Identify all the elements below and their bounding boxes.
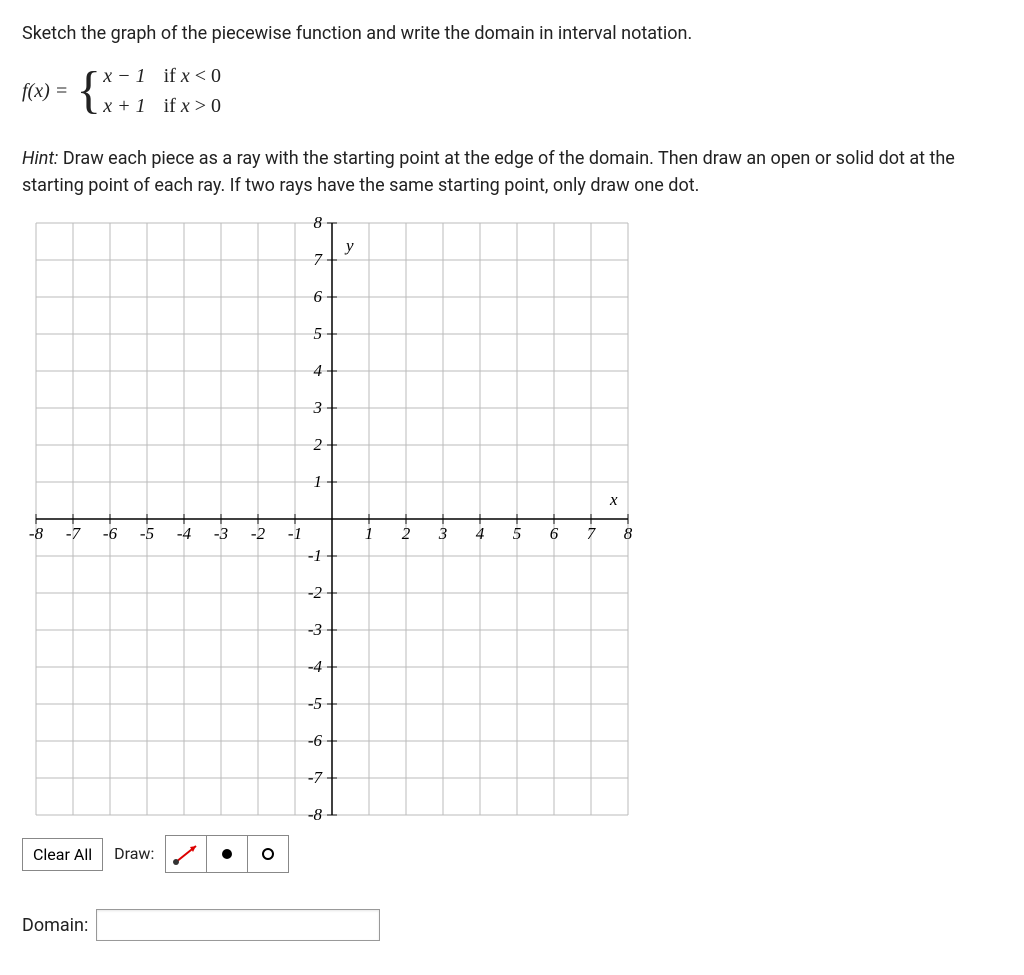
piece2-if: if [164,95,181,117]
draw-closed-dot-button[interactable] [206,835,248,873]
piece1-var: x [181,65,190,87]
svg-text:-1: -1 [308,546,322,565]
piece2-expression: x + 1 [103,91,145,121]
draw-label: Draw: [103,835,165,873]
svg-text:8: 8 [624,524,633,543]
draw-ray-button[interactable] [165,835,207,873]
svg-text:y: y [344,236,354,255]
hint-label: Hint: [22,148,58,169]
problem-instruction: Sketch the graph of the piecewise functi… [22,20,1002,47]
svg-text:-7: -7 [308,768,324,787]
hint-paragraph: Hint: Draw each piece as a ray with the … [22,145,1002,199]
svg-text:5: 5 [314,324,323,343]
left-brace-icon: { [76,65,101,117]
svg-text:-4: -4 [308,657,323,676]
piece1-rel: < 0 [190,65,221,87]
closed-dot-icon [217,844,237,864]
svg-text:x: x [609,490,618,509]
svg-text:6: 6 [314,287,323,306]
svg-text:1: 1 [314,472,323,491]
svg-text:-3: -3 [214,524,228,543]
svg-text:-1: -1 [288,524,302,543]
svg-text:-2: -2 [308,583,323,602]
hint-text: Draw each piece as a ray with the starti… [22,148,955,196]
svg-text:-7: -7 [66,524,82,543]
domain-label: Domain: [22,912,88,939]
piece2-var: x [181,95,190,117]
svg-text:3: 3 [313,398,323,417]
draw-open-dot-button[interactable] [247,835,289,873]
svg-text:-2: -2 [251,524,266,543]
svg-text:-3: -3 [308,620,322,639]
svg-text:1: 1 [365,524,374,543]
svg-text:7: 7 [587,524,597,543]
svg-text:-8: -8 [308,805,323,824]
piece2-rel: > 0 [190,95,221,117]
svg-text:-8: -8 [29,524,44,543]
svg-text:4: 4 [476,524,485,543]
svg-text:3: 3 [438,524,448,543]
svg-text:6: 6 [550,524,559,543]
piece1-expression: x − 1 [103,61,145,91]
svg-text:8: 8 [314,213,323,232]
clear-all-button[interactable]: Clear All [22,838,103,871]
svg-text:-6: -6 [103,524,118,543]
ray-icon [172,842,200,866]
svg-text:4: 4 [314,361,323,380]
draw-toolbar: Clear All Draw: [22,835,1002,873]
svg-text:-5: -5 [140,524,154,543]
open-dot-icon [258,844,278,864]
function-lhs: f(x) = [22,76,68,106]
svg-text:2: 2 [314,435,323,454]
piece1-if: if [164,65,181,87]
svg-text:-5: -5 [308,694,322,713]
piecewise-definition: f(x) = { x − 1 if x < 0 x + 1 if x > 0 [22,61,1002,121]
svg-text:5: 5 [513,524,522,543]
coordinate-plane[interactable]: -8 -8 -7 -7 -6 -6 -5 -5 -4 -4 -3 -3 -2 -2 -1 -1 1 1 2 2 3 3 4 4… [22,209,642,829]
svg-text:2: 2 [402,524,411,543]
svg-text:-6: -6 [308,731,323,750]
svg-text:-4: -4 [177,524,192,543]
domain-input[interactable] [96,909,380,941]
